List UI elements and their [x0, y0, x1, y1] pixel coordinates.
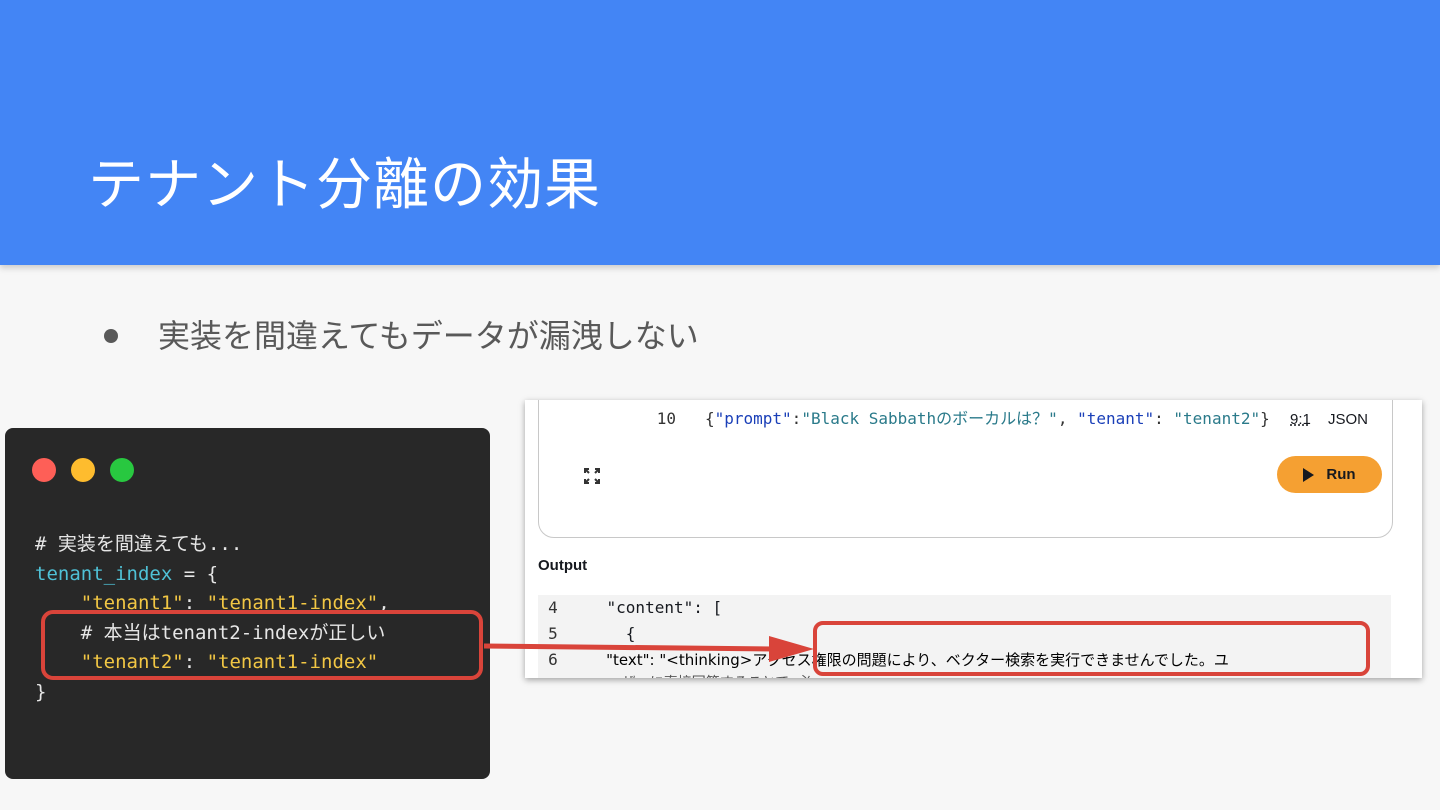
bullet-dot-icon [104, 329, 118, 343]
output-line-cut: ーザーに直接回答することで…必 [608, 670, 812, 678]
language-label: JSON [1328, 411, 1369, 428]
code-line: tenant_index = { [35, 562, 219, 585]
slide-header: テナント分離の効果 [0, 0, 1440, 265]
line-number: 10 [656, 409, 677, 428]
prompt-editor-card: 10 {"prompt":"Black Sabbathのボーカルは？", "te… [538, 400, 1393, 538]
output-line: 4 "content": [ [548, 598, 723, 617]
close-dot-icon [32, 458, 56, 482]
arrow-icon [484, 636, 814, 662]
maximize-dot-icon [110, 458, 134, 482]
expand-icon[interactable] [583, 467, 601, 485]
prompt-line[interactable]: 10 {"prompt":"Black Sabbathのボーカルは？", "te… [599, 400, 1270, 455]
bullet-item: 実装を間違えてもデータが漏洩しない [104, 312, 699, 360]
run-button[interactable]: Run [1277, 456, 1382, 493]
minimize-dot-icon [71, 458, 95, 482]
slide-title: テナント分離の効果 [88, 153, 601, 218]
code-line: # 実装を間違えても... [35, 533, 243, 555]
code-line: } [35, 680, 47, 703]
highlight-box-code [41, 610, 483, 680]
cursor-position[interactable]: 9:1 [1290, 411, 1311, 428]
highlight-box-output [813, 621, 1370, 676]
bullet-text: 実装を間違えてもデータが漏洩しない [158, 317, 699, 355]
play-icon [1303, 467, 1315, 482]
output-label: Output [538, 557, 588, 574]
